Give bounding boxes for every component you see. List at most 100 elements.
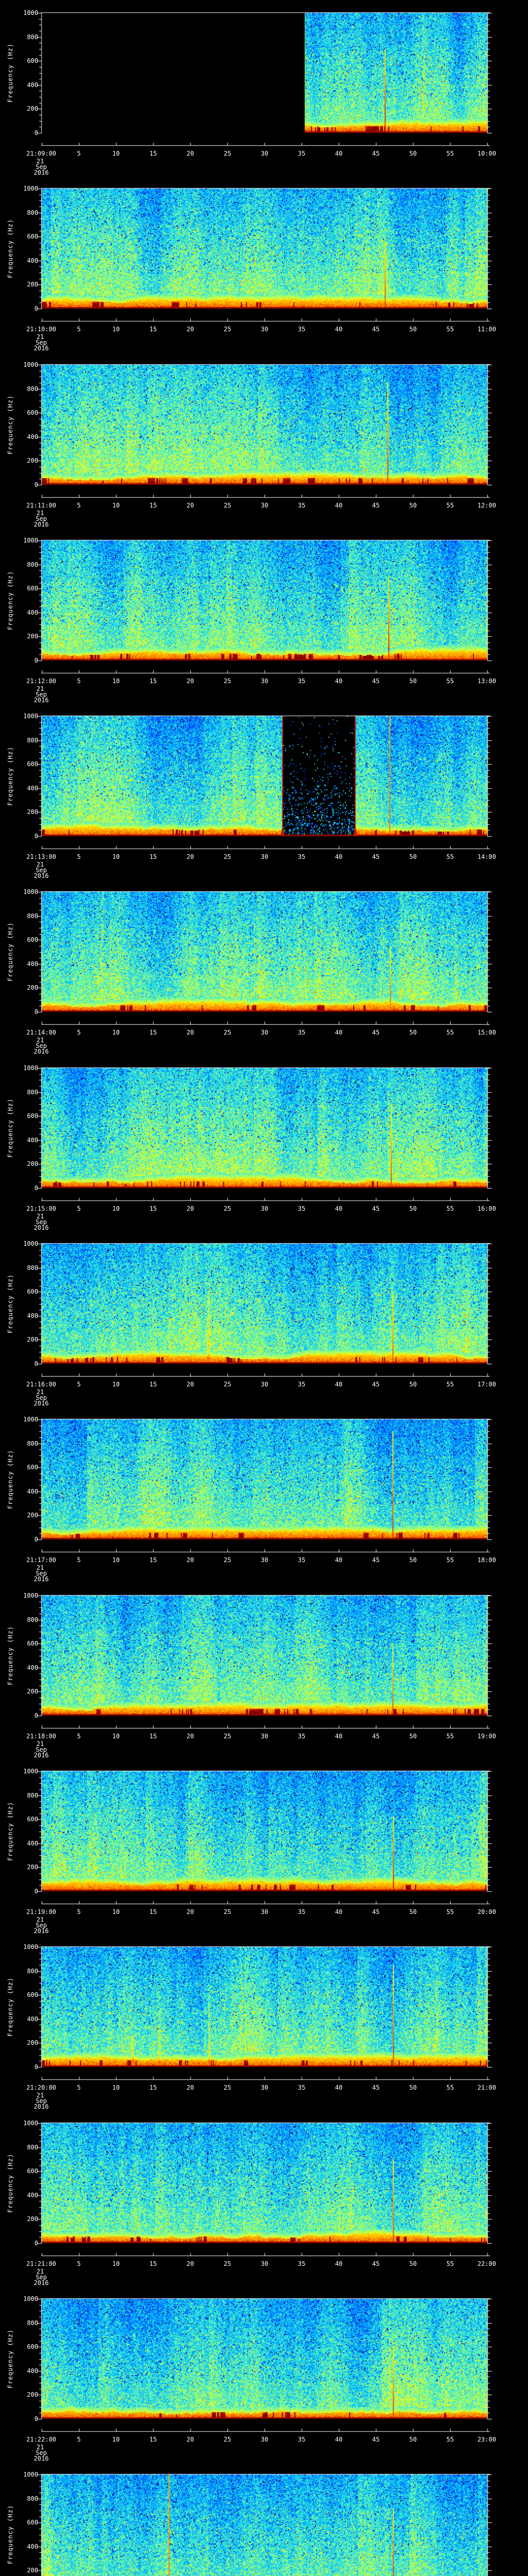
x-minute-tick-label: 5 [77,326,81,333]
x-minute-tick-label: 50 [409,677,417,685]
y-tick-label: 800 [27,209,38,216]
y-tick-label: 600 [27,1112,38,1120]
y-tick-label: 400 [27,1488,38,1495]
y-tick-label: 600 [27,2167,38,2175]
y-tick-label: 200 [27,2215,38,2223]
x-minute-tick-label: 20 [186,2084,194,2091]
x-minute-tick-label: 5 [77,1908,81,1916]
x-minute-tick-label: 25 [223,2084,232,2091]
x-minute-tick-label: 55 [446,2084,454,2091]
x-minute-tick-label: 25 [223,1205,232,1212]
x-minute-tick-label: 40 [335,326,343,333]
x-minute-tick-label: 30 [260,1556,269,1564]
x-minute-tick-label: 5 [77,502,81,509]
x-minute-tick-label: 5 [77,2084,81,2091]
x-minute-tick-label: 55 [446,1205,454,1212]
y-tick-label: 1000 [23,1416,38,1423]
x-end-time-label: 20:00 [477,1908,497,1916]
y-tick-label: 1000 [23,1240,38,1247]
x-minute-tick-label: 45 [372,502,380,509]
spectrogram-panel: Frequency (Hz) 21:09:00 10:00 21 Sep 201… [0,0,528,176]
x-minute-tick-label: 5 [77,1381,81,1388]
x-minute-tick-label: 25 [223,150,232,157]
x-minute-tick-label: 40 [335,1381,343,1388]
x-minute-tick-label: 25 [223,1908,232,1916]
x-minute-tick-label: 35 [298,150,306,157]
x-minute-tick-label: 55 [446,677,454,685]
date-year: 2016 [34,1752,49,1759]
y-tick-label: 0 [34,1184,38,1192]
spectrogram-panel: Frequency (Hz) 21:21:00 22:00 21 Sep 201… [0,2110,528,2286]
date-year: 2016 [34,1927,49,1935]
y-axis-title: Frequency (Hz) [7,218,14,279]
y-tick-label: 200 [27,281,38,288]
x-minute-tick-label: 30 [260,2084,269,2091]
y-tick-label: 1000 [23,888,38,895]
y-tick-label: 600 [27,1288,38,1295]
x-minute-tick-label: 10 [112,677,120,685]
y-tick-label: 600 [27,585,38,592]
date-year: 2016 [34,1400,49,1407]
x-end-time-label: 12:00 [477,502,497,509]
date-year: 2016 [34,697,49,704]
x-minute-tick-label: 15 [149,150,157,157]
x-start-time-label: 21:15:00 [26,1205,56,1212]
x-minute-tick-label: 55 [446,2436,454,2443]
x-minute-tick-label: 50 [409,853,417,860]
x-minute-tick-label: 25 [223,1381,232,1388]
x-minute-tick-label: 50 [409,502,417,509]
x-minute-tick-label: 40 [335,1908,343,1916]
x-minute-tick-label: 45 [372,1381,380,1388]
x-minute-tick-label: 45 [372,2436,380,2443]
x-minute-tick-label: 45 [372,1908,380,1916]
x-minute-tick-label: 10 [112,1381,120,1388]
x-minute-tick-label: 35 [298,1381,306,1388]
spectrogram-panel: Frequency (Hz) 21:12:00 13:00 21 Sep 201… [0,528,528,704]
y-tick-label: 0 [34,2415,38,2422]
x-minute-tick-label: 15 [149,1733,157,1740]
y-tick-label: 1000 [23,537,38,544]
spectrogram-panel: Frequency (Hz) 21:15:00 16:00 21 Sep 201… [0,1055,528,1231]
x-minute-tick-label: 35 [298,1908,306,1916]
x-start-time-label: 21:11:00 [26,502,56,509]
x-minute-tick-label: 50 [409,2260,417,2267]
x-minute-tick-label: 45 [372,150,380,157]
x-end-time-label: 17:00 [477,1381,497,1388]
x-start-time-label: 21:12:00 [26,677,56,685]
x-minute-tick-label: 20 [186,1205,194,1212]
x-minute-tick-label: 5 [77,1733,81,1740]
date-year: 2016 [34,2103,49,2110]
y-tick-label: 800 [27,2319,38,2327]
x-minute-tick-label: 35 [298,2260,306,2267]
x-minute-tick-label: 50 [409,150,417,157]
x-minute-tick-label: 10 [112,1908,120,1916]
x-end-time-label: 23:00 [477,2436,497,2443]
y-tick-label: 600 [27,409,38,416]
x-minute-tick-label: 20 [186,677,194,685]
spectrogram-panel: Frequency (Hz) 21:13:00 14:00 21 Sep 201… [0,703,528,879]
x-minute-tick-label: 50 [409,1733,417,1740]
y-tick-label: 600 [27,2519,38,2526]
y-tick-label: 200 [27,1336,38,1343]
y-tick-label: 400 [27,2192,38,2199]
x-minute-tick-label: 40 [335,1733,343,1740]
x-minute-tick-label: 50 [409,1205,417,1212]
y-tick-label: 200 [27,1160,38,1167]
y-axis-title: Frequency (Hz) [7,1625,14,1686]
y-tick-label: 200 [27,1688,38,1695]
x-minute-tick-label: 15 [149,677,157,685]
y-tick-label: 0 [34,657,38,664]
date-year: 2016 [34,345,49,352]
y-tick-label: 1000 [23,2471,38,2478]
spectrogram-panel: Frequency (Hz) 21:20:00 21:00 21 Sep 201… [0,1934,528,2110]
x-minute-tick-label: 5 [77,677,81,685]
y-tick-label: 400 [27,1312,38,1319]
y-tick-label: 600 [27,57,38,64]
x-minute-tick-label: 50 [409,2436,417,2443]
y-tick-label: 600 [27,2343,38,2350]
date-year: 2016 [34,2455,49,2462]
x-start-time-label: 21:17:00 [26,1556,56,1564]
spectrogram-panel: Frequency (Hz) 21:11:00 12:00 21 Sep 201… [0,352,528,528]
x-start-time-label: 21:20:00 [26,2084,56,2091]
y-tick-label: 400 [27,2015,38,2023]
